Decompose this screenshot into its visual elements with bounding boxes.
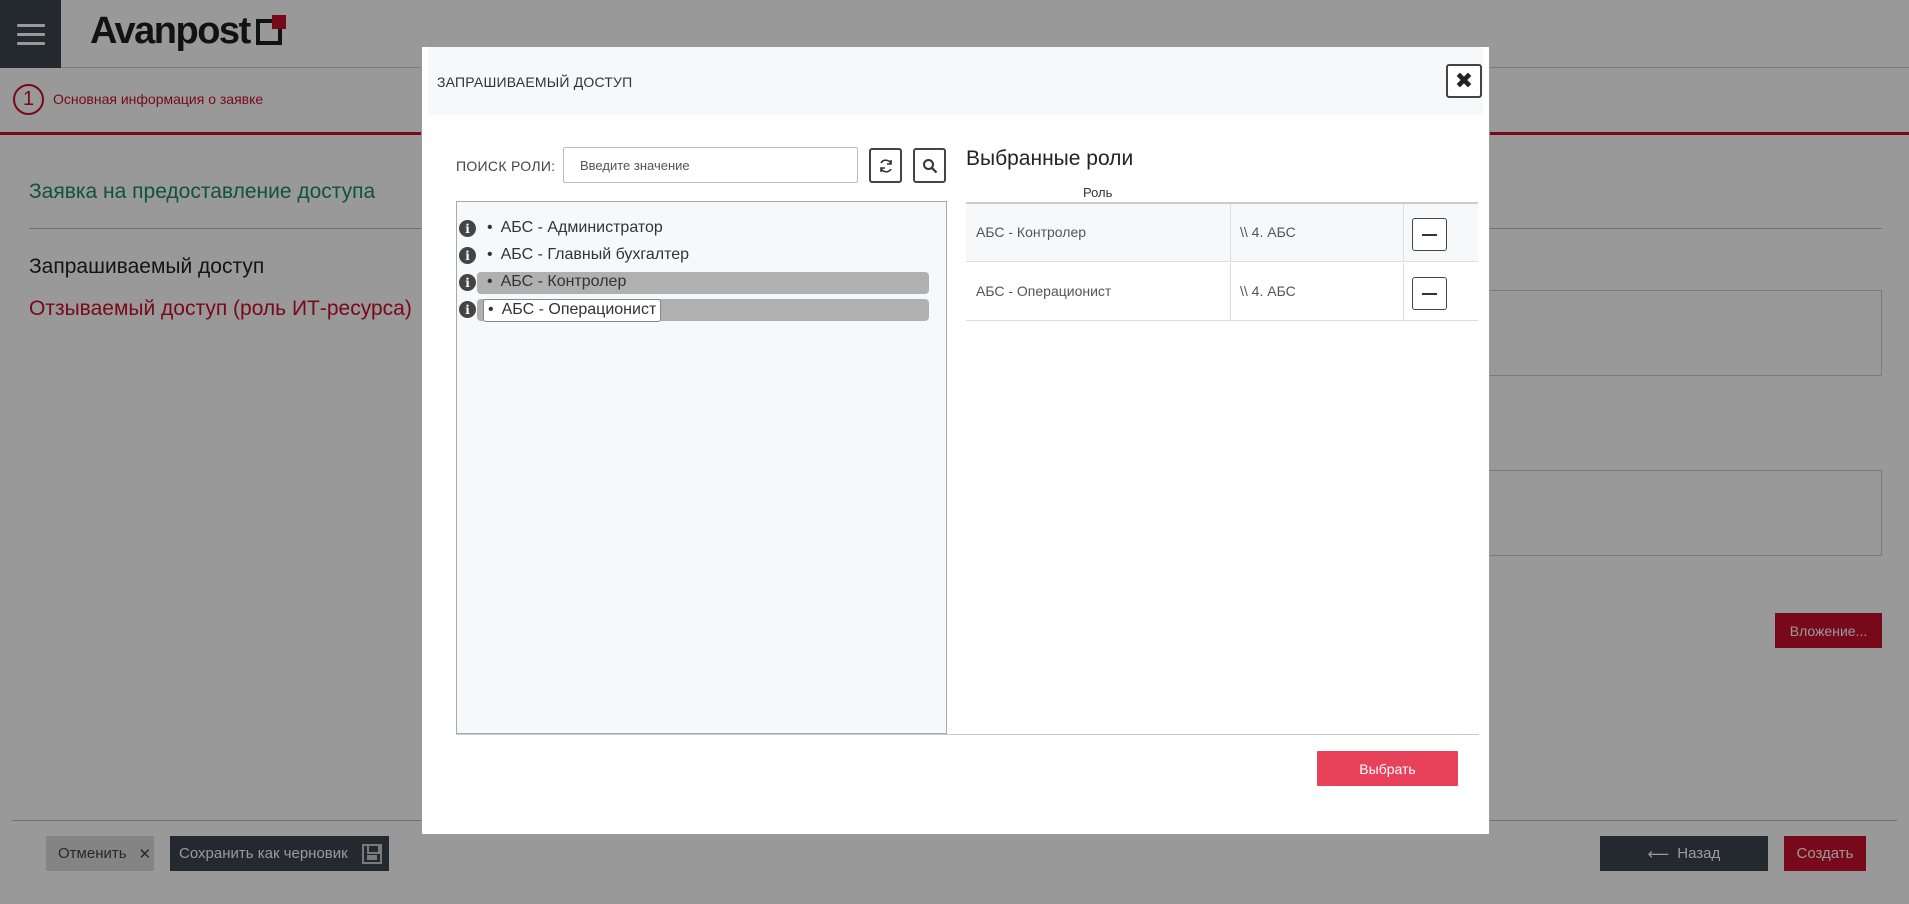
selected-role-path: \\ 4. АБС xyxy=(1240,283,1296,299)
role-item[interactable]: i АБС - Главный бухгалтер xyxy=(457,245,929,267)
column-header-role[interactable]: Роль xyxy=(1083,185,1112,200)
selected-role-path: \\ 4. АБС xyxy=(1240,224,1296,240)
select-button[interactable]: Выбрать xyxy=(1317,751,1458,786)
remove-role-button[interactable] xyxy=(1412,277,1447,310)
selected-role-name: АБС - Операционист xyxy=(976,283,1112,299)
role-label: АБС - Контролер xyxy=(483,273,630,293)
column-divider xyxy=(1403,204,1404,262)
role-item[interactable]: i АБС - Администратор xyxy=(457,218,929,240)
remove-role-button[interactable] xyxy=(1412,218,1447,251)
selected-roles-title: Выбранные роли xyxy=(966,147,1134,170)
modal-header: ЗАПРАШИВАЕМЫЙ ДОСТУП ✖ xyxy=(428,47,1483,115)
search-button[interactable] xyxy=(913,148,946,183)
selected-role-name: АБС - Контролер xyxy=(976,224,1087,240)
search-label: ПОИСК РОЛИ: xyxy=(456,158,556,174)
info-icon[interactable]: i xyxy=(459,274,476,291)
table-row: АБС - Операционист \\ 4. АБС xyxy=(966,263,1478,321)
column-divider xyxy=(1403,263,1404,321)
modal-title: ЗАПРАШИВАЕМЫЙ ДОСТУП xyxy=(437,74,633,90)
close-icon[interactable]: ✖ xyxy=(1446,64,1482,98)
role-label: АБС - Главный бухгалтер xyxy=(483,246,693,266)
column-divider xyxy=(1230,263,1231,321)
column-divider xyxy=(1230,204,1231,262)
info-icon[interactable]: i xyxy=(459,247,476,264)
info-icon[interactable]: i xyxy=(459,301,476,318)
minus-icon xyxy=(1422,233,1437,236)
roles-list: i АБС - Администратор i АБС - Главный бу… xyxy=(456,201,947,734)
refresh-button[interactable] xyxy=(869,148,902,183)
role-label: АБС - Операционист xyxy=(483,299,662,322)
table-row: АБС - Контролер \\ 4. АБС xyxy=(966,204,1478,262)
role-label: АБС - Администратор xyxy=(483,219,667,239)
role-item[interactable]: i АБС - Контролер xyxy=(457,272,929,294)
info-icon[interactable]: i xyxy=(459,220,476,237)
minus-icon xyxy=(1422,292,1437,295)
requested-access-modal: ЗАПРАШИВАЕМЫЙ ДОСТУП ✖ ПОИСК РОЛИ: i АБС… xyxy=(421,46,1490,835)
role-search-input[interactable] xyxy=(563,147,858,183)
role-item[interactable]: i АБС - Операционист xyxy=(457,299,929,322)
refresh-icon xyxy=(879,158,892,173)
modal-footer-divider xyxy=(456,734,1479,735)
search-icon xyxy=(922,158,937,173)
